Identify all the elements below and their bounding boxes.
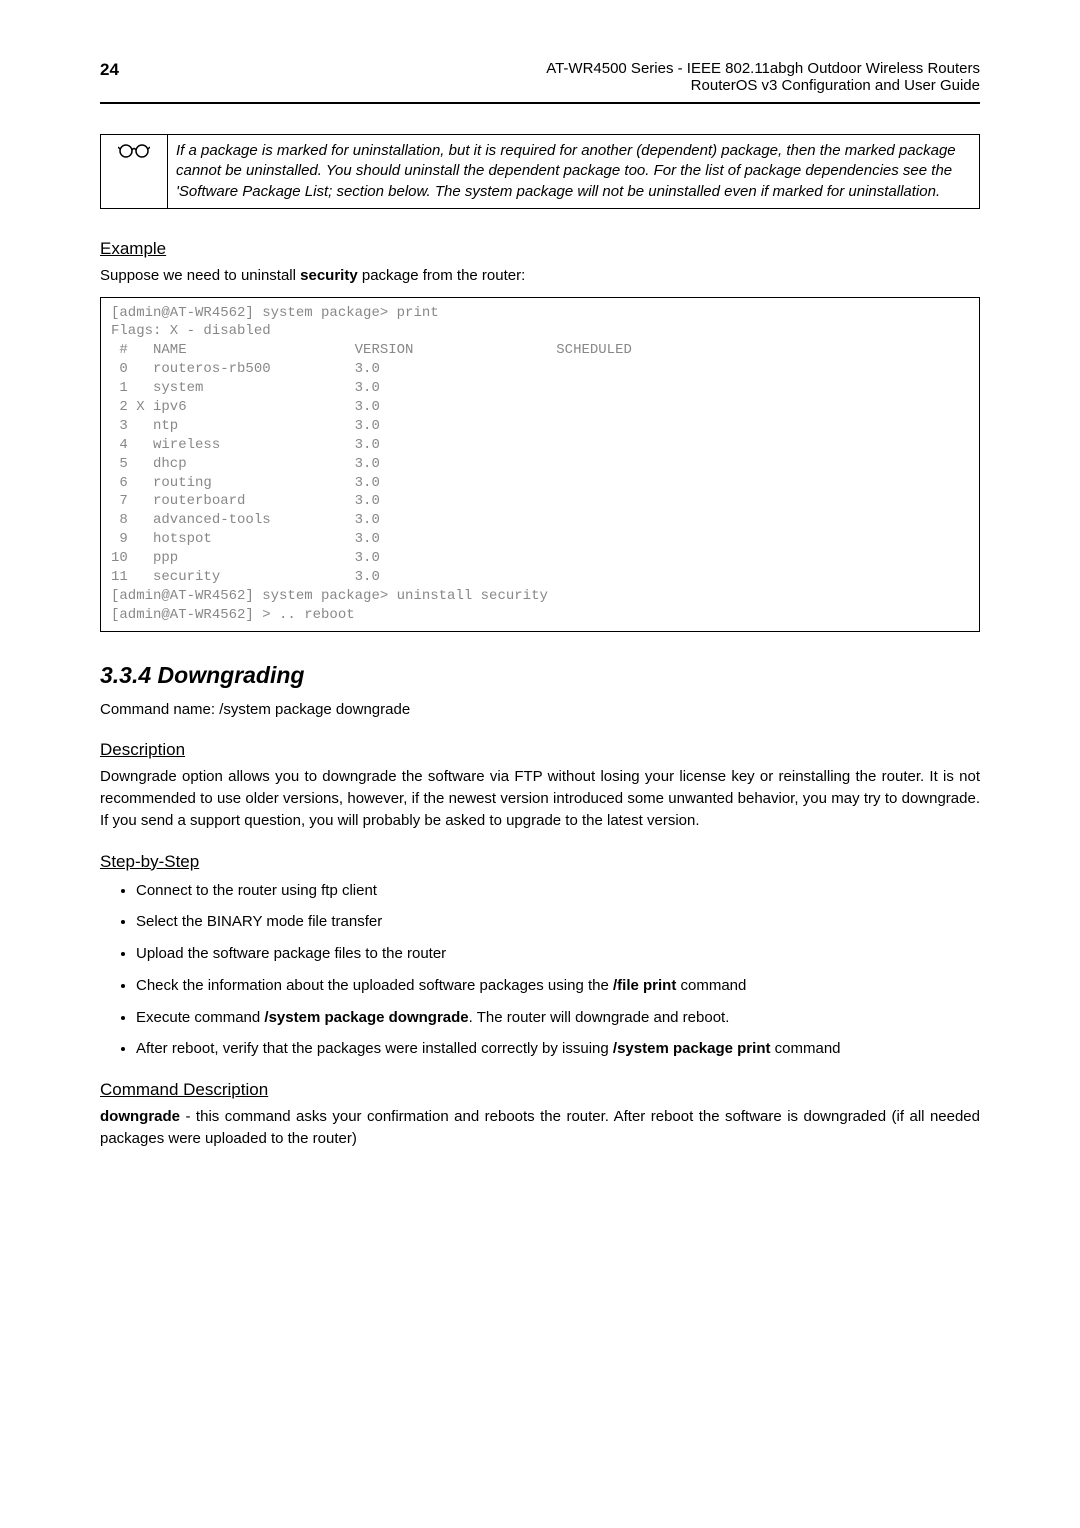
example-intro-suffix: package from the router: <box>358 267 526 284</box>
header-title-line2: RouterOS v3 Configuration and User Guide <box>546 77 980 94</box>
list-item: Execute command /system package downgrad… <box>136 1007 980 1029</box>
example-intro-bold: security <box>300 267 358 284</box>
command-desc-bold: downgrade <box>100 1108 180 1125</box>
page-number: 24 <box>100 60 119 80</box>
list-item: After reboot, verify that the packages w… <box>136 1038 980 1060</box>
example-intro: Suppose we need to uninstall security pa… <box>100 265 980 287</box>
step-text: Connect to the router using ftp client <box>136 882 377 899</box>
glasses-icon <box>118 148 150 165</box>
list-item: Upload the software package files to the… <box>136 943 980 965</box>
description-heading: Description <box>100 740 980 760</box>
step-by-step-heading: Step-by-Step <box>100 852 980 872</box>
note-text-cell: If a package is marked for uninstallatio… <box>168 135 980 209</box>
list-item: Check the information about the uploaded… <box>136 975 980 997</box>
step-text: Select the BINARY mode file transfer <box>136 913 382 930</box>
step-suffix: command <box>770 1040 840 1057</box>
step-suffix: . The router will downgrade and reboot. <box>469 1009 730 1026</box>
note-box: If a package is marked for uninstallatio… <box>100 134 980 209</box>
step-list: Connect to the router using ftp client S… <box>100 880 980 1061</box>
example-intro-prefix: Suppose we need to uninstall <box>100 267 300 284</box>
step-prefix: Check the information about the uploaded… <box>136 977 613 994</box>
note-text: If a package is marked for uninstallatio… <box>176 142 956 200</box>
description-text: Downgrade option allows you to downgrade… <box>100 766 980 831</box>
command-description-heading: Command Description <box>100 1080 980 1100</box>
list-item: Select the BINARY mode file transfer <box>136 911 980 933</box>
command-name-text: Command name: /system package downgrade <box>100 699 980 721</box>
step-text: Upload the software package files to the… <box>136 945 446 962</box>
step-bold: /system package downgrade <box>264 1009 468 1026</box>
example-code-block: [admin@AT-WR4562] system package> print … <box>100 297 980 632</box>
page-header: 24 AT-WR4500 Series - IEEE 802.11abgh Ou… <box>100 60 980 94</box>
header-divider <box>100 102 980 104</box>
downgrading-heading: 3.3.4 Downgrading <box>100 662 980 689</box>
list-item: Connect to the router using ftp client <box>136 880 980 902</box>
step-prefix: Execute command <box>136 1009 264 1026</box>
header-title-line1: AT-WR4500 Series - IEEE 802.11abgh Outdo… <box>546 60 980 77</box>
example-heading: Example <box>100 239 980 259</box>
step-prefix: After reboot, verify that the packages w… <box>136 1040 613 1057</box>
step-suffix: command <box>676 977 746 994</box>
note-icon-cell <box>101 135 168 209</box>
header-title: AT-WR4500 Series - IEEE 802.11abgh Outdo… <box>546 60 980 94</box>
step-bold: /system package print <box>613 1040 771 1057</box>
step-bold: /file print <box>613 977 676 994</box>
command-description-text: downgrade - this command asks your confi… <box>100 1106 980 1150</box>
command-desc-text: - this command asks your confirmation an… <box>100 1108 980 1147</box>
